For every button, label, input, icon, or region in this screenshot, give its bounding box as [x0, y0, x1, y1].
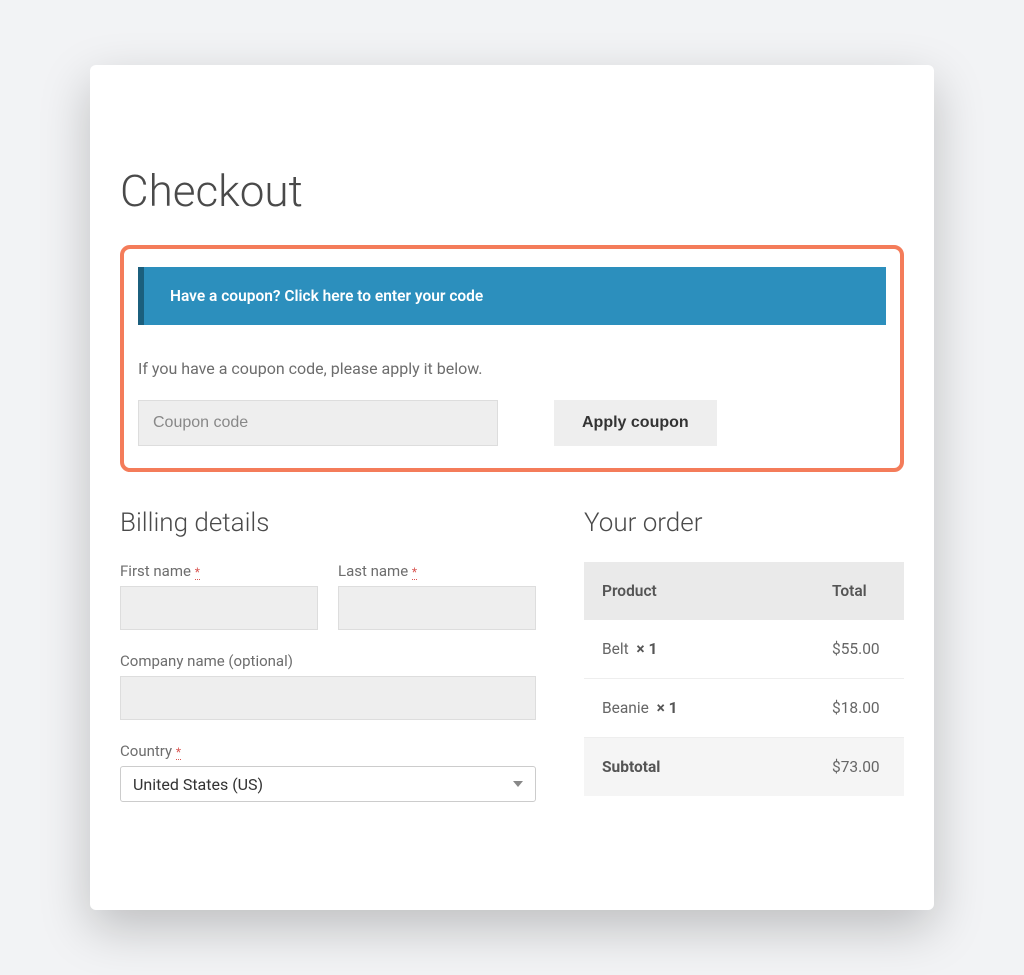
order-heading: Your order	[584, 508, 904, 538]
coupon-code-input[interactable]	[138, 400, 498, 446]
country-label: Country *	[120, 742, 536, 760]
last-name-input[interactable]	[338, 586, 536, 630]
billing-section: Billing details First name * Last name *	[120, 508, 536, 802]
first-name-label: First name *	[120, 562, 318, 580]
first-name-input[interactable]	[120, 586, 318, 630]
subtotal-value: $73.00	[814, 738, 904, 796]
order-item-total: $18.00	[814, 679, 904, 737]
order-item-total: $55.00	[814, 620, 904, 678]
checkout-card: Checkout Have a coupon? Click here to en…	[90, 65, 934, 910]
billing-heading: Billing details	[120, 508, 536, 538]
last-name-label-text: Last name	[338, 562, 408, 580]
apply-coupon-button[interactable]: Apply coupon	[554, 400, 717, 446]
col-product-header: Product	[584, 562, 814, 620]
page-title: Checkout	[120, 165, 904, 217]
order-item-name: Belt	[602, 640, 629, 658]
country-label-text: Country	[120, 742, 172, 760]
col-total-header: Total	[814, 562, 904, 620]
order-summary-section: Your order Product Total Belt × 1 $55.00	[584, 508, 904, 802]
country-selected-value: United States (US)	[133, 775, 263, 794]
chevron-down-icon	[513, 781, 523, 787]
order-subtotal-row: Subtotal $73.00	[584, 738, 904, 796]
last-name-label: Last name *	[338, 562, 536, 580]
order-item-row: Belt × 1 $55.00	[584, 620, 904, 679]
order-item-qty: × 1	[636, 640, 657, 658]
company-label: Company name (optional)	[120, 652, 536, 670]
order-table-header: Product Total	[584, 562, 904, 620]
required-mark: *	[195, 565, 200, 580]
coupon-banner[interactable]: Have a coupon? Click here to enter your …	[138, 267, 886, 325]
coupon-instructions: If you have a coupon code, please apply …	[138, 359, 886, 378]
first-name-label-text: First name	[120, 562, 191, 580]
company-input[interactable]	[120, 676, 536, 720]
coupon-banner-text: Have a coupon? Click here to enter your …	[170, 287, 483, 305]
order-table: Product Total Belt × 1 $55.00 Beanie	[584, 562, 904, 796]
country-select[interactable]: United States (US)	[120, 766, 536, 802]
subtotal-label: Subtotal	[584, 738, 814, 796]
order-item-qty: × 1	[657, 699, 678, 717]
coupon-highlight-box: Have a coupon? Click here to enter your …	[120, 245, 904, 472]
order-item-row: Beanie × 1 $18.00	[584, 679, 904, 738]
required-mark: *	[412, 565, 417, 580]
required-mark: *	[176, 745, 181, 760]
order-item-name: Beanie	[602, 699, 649, 717]
